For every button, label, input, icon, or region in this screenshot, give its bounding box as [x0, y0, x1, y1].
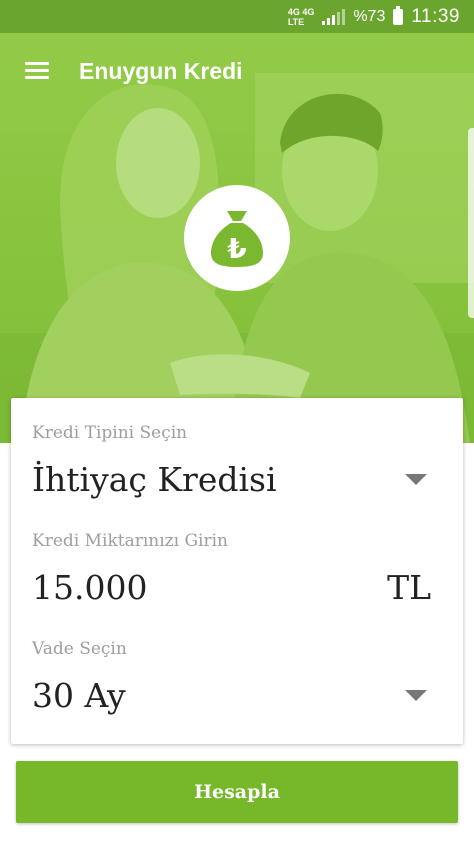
- amount-input[interactable]: 15.000: [32, 568, 147, 607]
- app-toolbar: Enuygun Kredi: [0, 33, 474, 109]
- drawer-edge-handle[interactable]: [468, 128, 474, 318]
- network-type-bottom: LTE: [287, 16, 305, 27]
- currency-unit: TL: [387, 568, 431, 607]
- app-title: Enuygun Kredi: [79, 57, 243, 84]
- loan-form-card: Kredi Tipini Seçin İhtiyaç Kredisi Kredi…: [11, 398, 463, 744]
- loan-badge: ₺: [184, 185, 290, 291]
- network-type-top: 4G 4G: [287, 6, 315, 17]
- battery-icon: [393, 5, 404, 25]
- hamburger-menu-icon[interactable]: [25, 62, 49, 80]
- signal-strength-icon: [322, 8, 346, 25]
- loan-type-dropdown-icon[interactable]: [405, 474, 427, 485]
- term-dropdown-icon[interactable]: [405, 690, 427, 701]
- status-clock: 11:39: [411, 5, 460, 27]
- term-label: Vade Seçin: [32, 639, 127, 659]
- calculate-button[interactable]: Hesapla: [16, 761, 458, 823]
- loan-type-select[interactable]: İhtiyaç Kredisi: [32, 460, 277, 499]
- hero-banner: Enuygun Kredi ₺: [0, 33, 474, 443]
- amount-label: Kredi Miktarınızı Girin: [32, 531, 228, 551]
- battery-percent: %73: [353, 7, 386, 25]
- loan-type-label: Kredi Tipini Seçin: [32, 423, 188, 443]
- network-indicator: 4G 4G LTE: [288, 7, 315, 27]
- status-bar: 4G 4G LTE %73 11:39: [0, 0, 474, 33]
- term-select[interactable]: 30 Ay: [32, 676, 126, 715]
- lira-symbol: ₺: [227, 232, 246, 265]
- money-bag-lira-icon: ₺: [211, 211, 263, 267]
